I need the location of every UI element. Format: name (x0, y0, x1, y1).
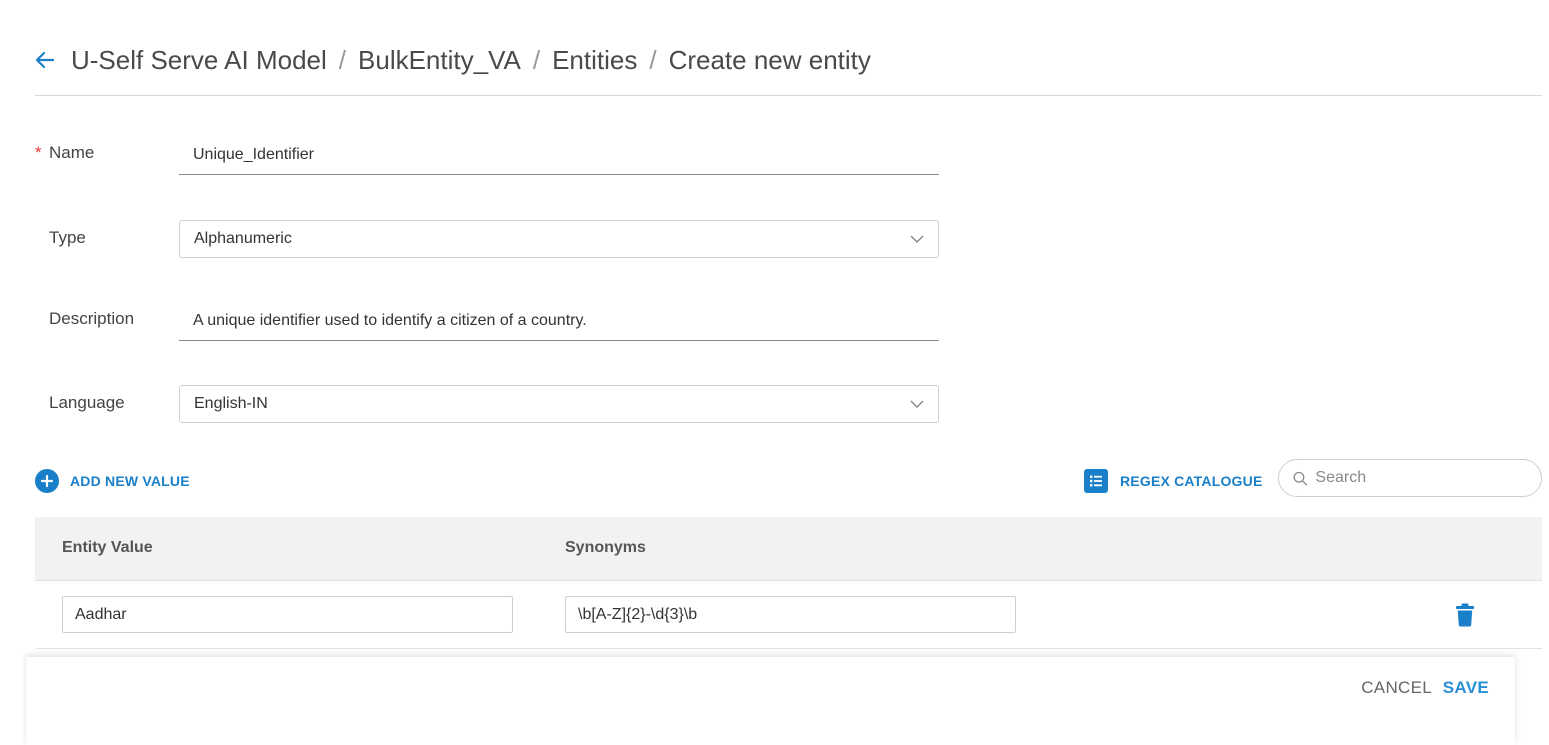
language-select[interactable]: English-IN (179, 385, 939, 423)
breadcrumb-bot[interactable]: BulkEntity_VA (358, 45, 521, 76)
language-label: Language (49, 393, 125, 412)
table-header: Entity Value Synonyms (35, 517, 1542, 581)
description-row: Description (35, 301, 939, 341)
add-new-value-label: ADD NEW VALUE (70, 473, 190, 489)
list-icon (1084, 469, 1108, 493)
search-input[interactable] (1315, 469, 1527, 487)
entity-value-input[interactable] (62, 596, 513, 633)
trash-icon (1456, 603, 1474, 627)
page-title: Create new entity (668, 44, 871, 75)
search-box (1278, 459, 1542, 497)
page-header: U-Self Serve AI Model / BulkEntity_VA / … (35, 40, 1542, 96)
breadcrumb: U-Self Serve AI Model / BulkEntity_VA / … (71, 40, 871, 80)
delete-row-button[interactable] (1455, 603, 1477, 627)
language-select-value: English-IN (194, 395, 268, 412)
synonyms-input[interactable] (565, 596, 1016, 633)
search-icon (1293, 471, 1308, 485)
name-label: Name (49, 143, 95, 162)
back-button[interactable] (35, 40, 59, 80)
breadcrumb-separator: / (532, 44, 541, 75)
breadcrumb-model[interactable]: U-Self Serve AI Model (71, 45, 327, 76)
footer-bar: CANCEL SAVE (26, 657, 1515, 745)
name-row: * Name (35, 135, 939, 175)
plus-circle-icon (35, 469, 59, 493)
breadcrumb-entities[interactable]: Entities (552, 45, 637, 76)
type-label: Type (49, 228, 86, 247)
language-row: Language English-IN (35, 385, 939, 425)
required-marker: * (35, 143, 42, 162)
add-new-value-button[interactable]: ADD NEW VALUE (35, 468, 190, 494)
chevron-down-icon (910, 235, 924, 243)
save-button[interactable]: SAVE (1443, 678, 1489, 698)
breadcrumb-separator: / (338, 44, 347, 75)
name-input[interactable] (179, 135, 939, 175)
type-row: Type Alphanumeric (35, 220, 939, 260)
arrow-left-icon (35, 51, 55, 69)
regex-catalogue-label: REGEX CATALOGUE (1120, 473, 1263, 489)
column-header-synonyms: Synonyms (565, 539, 646, 556)
column-header-entity-value: Entity Value (62, 539, 153, 556)
type-select[interactable]: Alphanumeric (179, 220, 939, 258)
table-row (35, 581, 1542, 649)
description-input[interactable] (179, 301, 939, 341)
description-label: Description (49, 309, 135, 328)
breadcrumb-separator: / (649, 44, 657, 75)
create-entity-page: U-Self Serve AI Model / BulkEntity_VA / … (0, 0, 1549, 745)
cancel-button[interactable]: CANCEL (1361, 678, 1432, 698)
regex-catalogue-button[interactable]: REGEX CATALOGUE (1084, 468, 1263, 494)
type-select-value: Alphanumeric (194, 230, 292, 247)
chevron-down-icon (910, 400, 924, 408)
